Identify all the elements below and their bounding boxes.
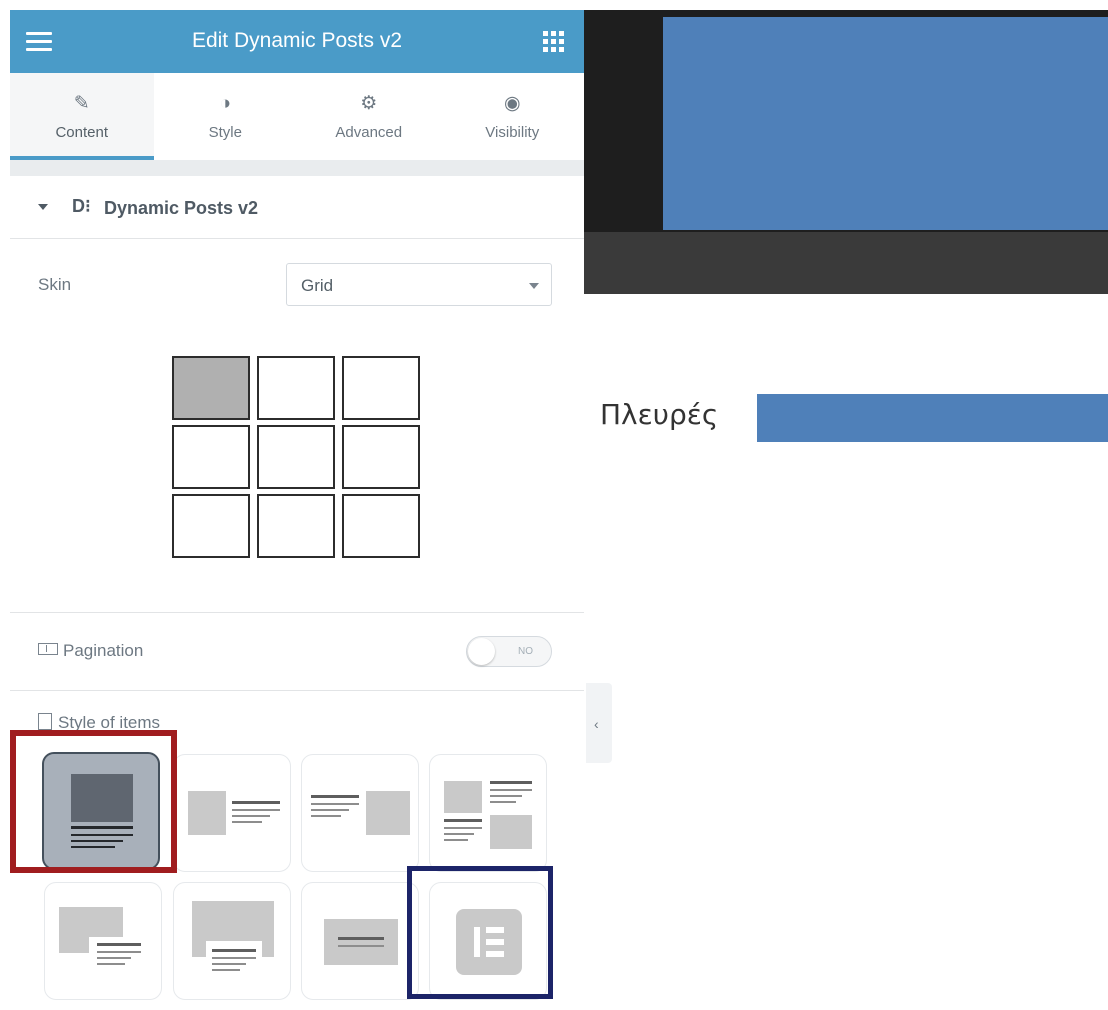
card-line [212,957,256,959]
card-line [212,969,240,971]
card-line [97,957,131,959]
card-line [444,827,482,829]
canvas-header-area [584,10,1108,232]
card-line [490,789,532,791]
tab-label: Visibility [485,124,540,141]
style-card-image-left[interactable] [173,754,291,872]
skin-select[interactable]: Grid [286,263,552,306]
card-line [444,819,482,822]
style-card-image-right[interactable] [301,754,419,872]
card-line [490,795,522,797]
eye-icon: ◉ [503,93,521,114]
tab-label: Advanced [335,124,403,141]
card-line [444,839,468,841]
half-circle-icon: ◑ [219,93,231,114]
tab-advanced[interactable]: ⚙ Advanced [297,73,441,160]
card-line [232,815,270,817]
grid-preview-cell [172,356,250,420]
card-line [232,801,280,804]
pagination-toggle[interactable]: NO [466,636,552,667]
card-line [311,795,359,798]
card-image-shape [188,791,226,835]
canvas-nav-bar [584,232,1108,294]
card-image-shape [366,791,410,835]
caret-down-icon [38,204,48,210]
toggle-knob [468,638,495,665]
card-line [232,809,280,811]
card-line [311,809,349,811]
toggle-state-text: NO [518,646,533,657]
card-line [212,963,246,965]
pencil-icon: ✎ [73,93,90,114]
pagination-icon [38,643,58,655]
highlight-box-red [10,730,177,873]
apps-grid-icon[interactable] [543,31,564,52]
section-title: Dynamic Posts v2 [104,198,259,218]
grid-preview-cell [257,425,335,489]
collapse-panel-button[interactable]: ‹ [586,683,612,763]
panel-header: Edit Dynamic Posts v2 [10,10,584,73]
panel-title: Edit Dynamic Posts v2 [191,29,403,52]
card-line [311,815,341,817]
grid-preview-cell [172,425,250,489]
style-card-overlap-bottom[interactable] [173,882,291,1000]
card-line [311,803,359,805]
item-style-icon [38,713,52,730]
style-card-overlap-offset[interactable] [44,882,162,1000]
grid-preview-cell [342,356,420,420]
grid-skin-preview [172,356,422,561]
grid-preview-cell [342,494,420,558]
card-line [97,951,141,953]
highlight-box-blue [407,866,553,999]
card-line [212,949,256,952]
tab-label: Content [55,124,109,141]
card-line [97,963,125,965]
redacted-block [757,394,1108,442]
tab-label: Style [208,124,242,141]
card-line [444,833,474,835]
card-image-shape [324,919,398,965]
card-line [490,781,532,784]
divider [10,690,584,691]
pagination-label: Pagination [38,641,143,661]
grid-preview-cell [172,494,250,558]
redacted-block [663,17,1108,230]
divider [10,612,584,613]
panel-tabs: ✎ Content ◑ Style ⚙ Advanced ◉ Visibilit… [10,73,584,160]
gear-icon: ⚙ [360,93,378,114]
chevron-left-icon: ‹ [594,716,599,732]
card-line [490,801,516,803]
card-line [232,821,262,823]
style-card-text-over-image[interactable] [301,882,419,1000]
dynamic-logo-icon: D⁝ [72,196,91,216]
card-image-shape [490,815,532,849]
chevron-down-icon [529,283,539,289]
card-line [97,943,141,946]
screen: Edit Dynamic Posts v2 ✎ Content ◑ Style … [0,0,1108,1010]
tab-style[interactable]: ◑ Style [154,73,298,160]
card-image-shape [444,781,482,813]
section-header-dynamic-posts[interactable]: D⁝ Dynamic Posts v2 [10,176,584,239]
skin-label: Skin [38,275,72,294]
tab-content[interactable]: ✎ Content [10,73,154,160]
skin-select-value: Grid [301,276,334,295]
card-line [338,945,384,947]
grid-preview-cell [342,425,420,489]
tabs-separator [10,160,584,176]
tab-visibility[interactable]: ◉ Visibility [441,73,585,160]
grid-preview-cell [257,494,335,558]
card-text-box [206,941,262,981]
canvas-heading: Πλευρές [600,398,719,431]
card-line [338,937,384,940]
grid-preview-cell [257,356,335,420]
pagination-label-text: Pagination [63,641,144,660]
style-card-alternate[interactable] [429,754,547,872]
